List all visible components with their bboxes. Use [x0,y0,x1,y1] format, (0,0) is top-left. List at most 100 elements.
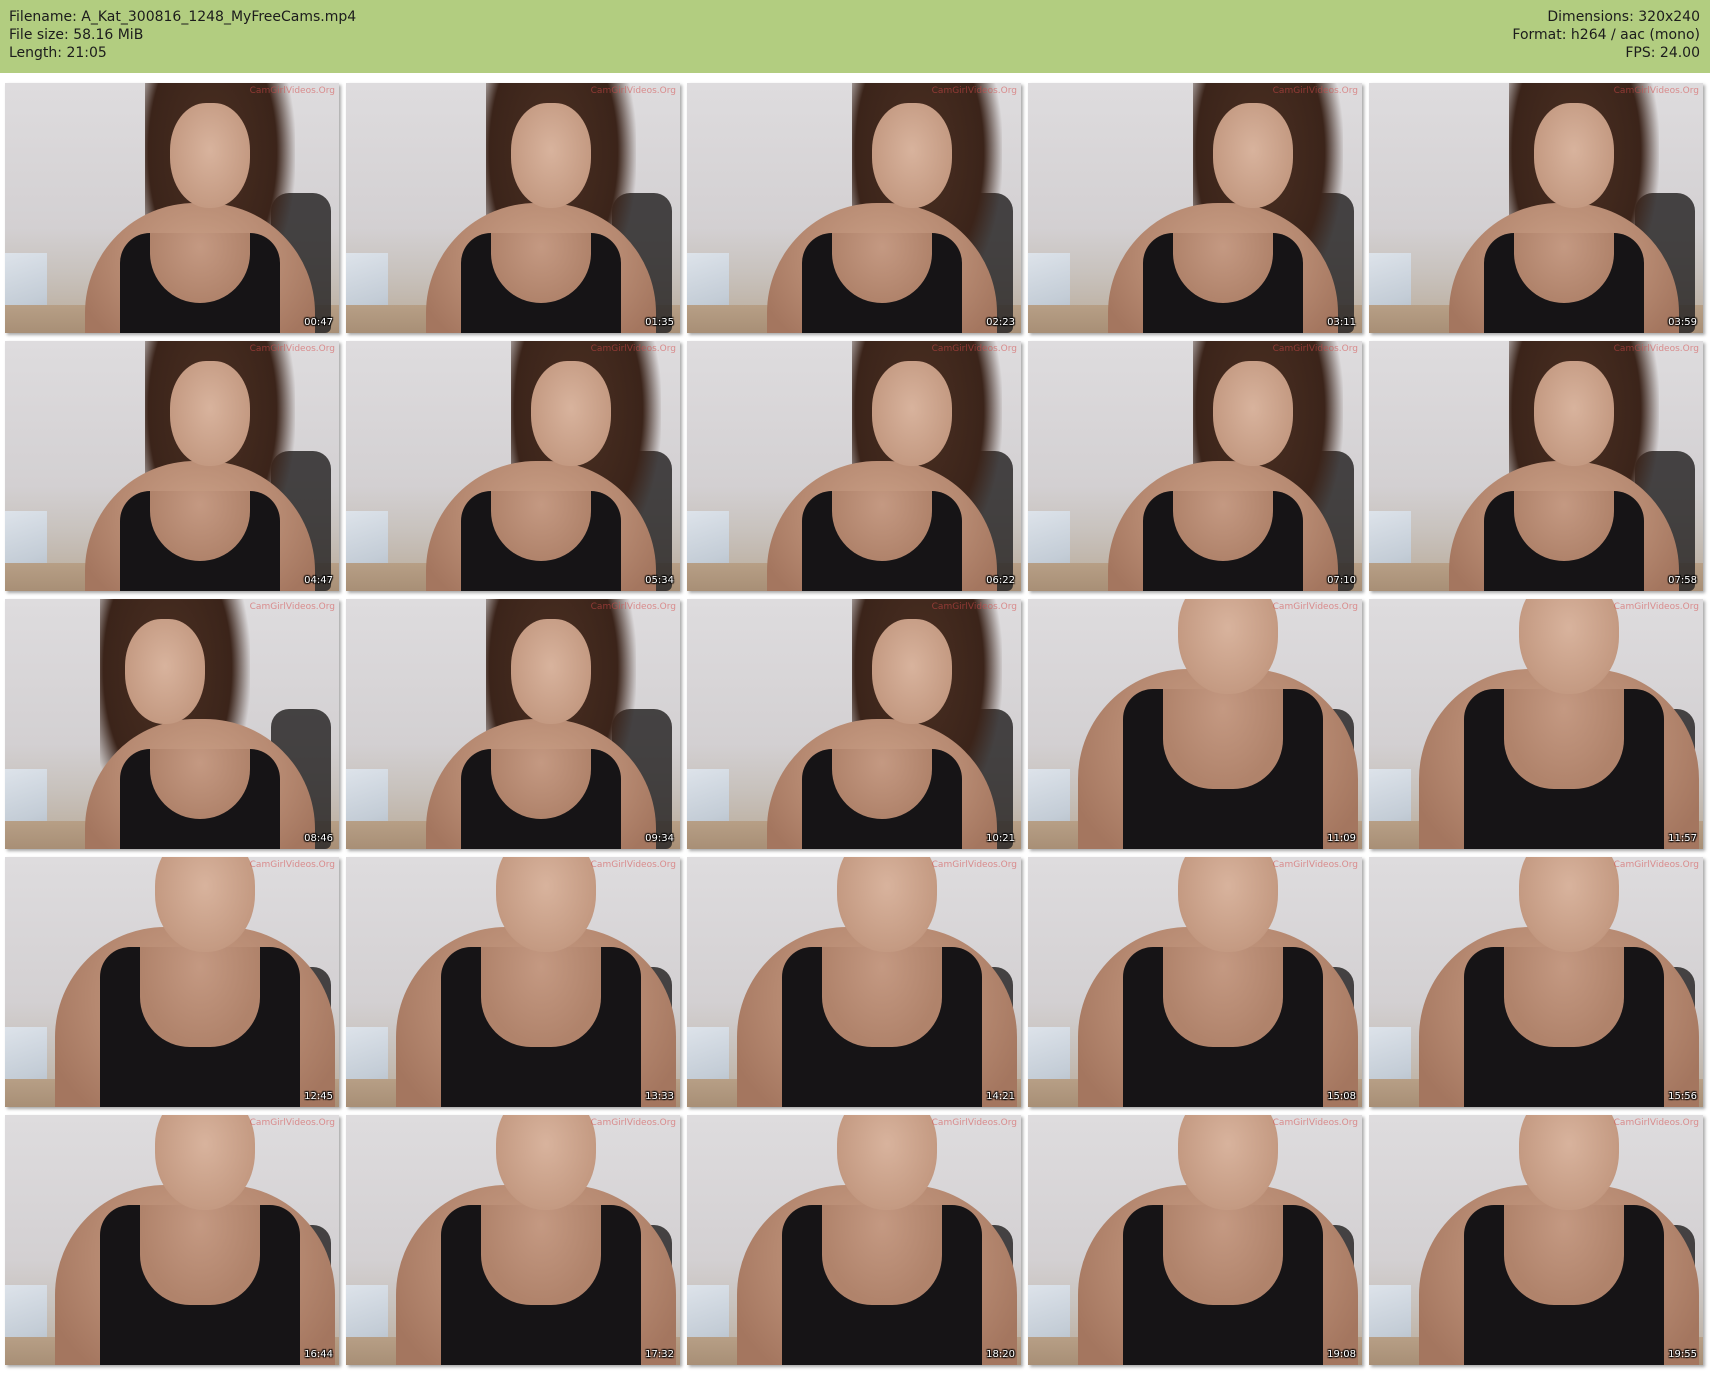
video-frame-thumbnail: CamGirlVideos.Org 16:44 [5,1115,339,1365]
video-frame-thumbnail: CamGirlVideos.Org 06:22 [687,341,1021,591]
watermark-text: CamGirlVideos.Org [590,86,676,96]
frame-timestamp: 10:21 [986,833,1015,844]
file-meta-left: Filename: A_Kat_300816_1248_MyFreeCams.m… [9,8,356,62]
video-frame-thumbnail: CamGirlVideos.Org 15:56 [1369,857,1703,1107]
fps-label: FPS: 24.00 [1625,45,1700,61]
frame-timestamp: 13:33 [645,1091,674,1102]
video-frame-thumbnail: CamGirlVideos.Org 10:21 [687,599,1021,849]
watermark-text: CamGirlVideos.Org [1272,344,1358,354]
frame-timestamp: 03:11 [1327,317,1356,328]
frame-timestamp: 12:45 [304,1091,333,1102]
video-frame-thumbnail: CamGirlVideos.Org 01:35 [346,83,680,333]
frame-timestamp: 00:47 [304,317,333,328]
frame-face [531,361,611,466]
video-frame-thumbnail: CamGirlVideos.Org 07:58 [1369,341,1703,591]
video-frame-thumbnail: CamGirlVideos.Org 03:11 [1028,83,1362,333]
frame-face [170,361,250,466]
frame-neckline [1504,947,1624,1047]
watermark-text: CamGirlVideos.Org [931,86,1017,96]
video-frame-thumbnail: CamGirlVideos.Org 19:55 [1369,1115,1703,1365]
frame-timestamp: 03:59 [1668,317,1697,328]
video-frame-thumbnail: CamGirlVideos.Org 04:47 [5,341,339,591]
frame-timestamp: 07:58 [1668,575,1697,586]
frame-neckline [481,947,601,1047]
video-frame-thumbnail: CamGirlVideos.Org 19:08 [1028,1115,1362,1365]
video-frame-thumbnail: CamGirlVideos.Org 05:34 [346,341,680,591]
frame-face [125,619,205,724]
frame-neckline [1504,689,1624,789]
watermark-text: CamGirlVideos.Org [1272,1118,1358,1128]
watermark-text: CamGirlVideos.Org [1613,1118,1699,1128]
watermark-text: CamGirlVideos.Org [249,1118,335,1128]
frame-neckline [1163,1205,1283,1305]
frame-face [872,361,952,466]
watermark-text: CamGirlVideos.Org [249,860,335,870]
video-frame-thumbnail: CamGirlVideos.Org 14:21 [687,857,1021,1107]
file-meta-right: Dimensions: 320x240 Format: h264 / aac (… [1512,8,1700,62]
watermark-text: CamGirlVideos.Org [590,344,676,354]
frame-neckline [822,947,942,1047]
frame-timestamp: 17:32 [645,1349,674,1360]
video-frame-thumbnail: CamGirlVideos.Org 00:47 [5,83,339,333]
video-frame-thumbnail: CamGirlVideos.Org 17:32 [346,1115,680,1365]
frame-face [1534,361,1614,466]
watermark-text: CamGirlVideos.Org [590,602,676,612]
frame-face [1213,361,1293,466]
watermark-text: CamGirlVideos.Org [931,602,1017,612]
watermark-text: CamGirlVideos.Org [931,1118,1017,1128]
watermark-text: CamGirlVideos.Org [1613,860,1699,870]
video-frame-thumbnail: CamGirlVideos.Org 08:46 [5,599,339,849]
video-frame-thumbnail: CamGirlVideos.Org 13:33 [346,857,680,1107]
frame-face [1213,103,1293,208]
frame-neckline [140,1205,260,1305]
frame-timestamp: 18:20 [986,1349,1015,1360]
length-label: Length: 21:05 [9,45,107,61]
watermark-text: CamGirlVideos.Org [249,86,335,96]
frame-timestamp: 16:44 [304,1349,333,1360]
thumbnail-grid: CamGirlVideos.Org 00:47 CamGirlVideos.Org 0… [5,83,1703,1365]
frame-timestamp: 02:23 [986,317,1015,328]
frame-neckline [1163,689,1283,789]
frame-timestamp: 15:56 [1668,1091,1697,1102]
frame-face [872,103,952,208]
watermark-text: CamGirlVideos.Org [1613,86,1699,96]
video-frame-thumbnail: CamGirlVideos.Org 07:10 [1028,341,1362,591]
watermark-text: CamGirlVideos.Org [249,344,335,354]
filesize-label: File size: 58.16 MiB [9,27,144,43]
info-header: Filename: A_Kat_300816_1248_MyFreeCams.m… [0,0,1710,73]
frame-neckline [140,947,260,1047]
frame-face [170,103,250,208]
frame-timestamp: 11:57 [1668,833,1697,844]
watermark-text: CamGirlVideos.Org [931,344,1017,354]
video-frame-thumbnail: CamGirlVideos.Org 12:45 [5,857,339,1107]
frame-timestamp: 06:22 [986,575,1015,586]
format-label: Format: h264 / aac (mono) [1512,27,1700,43]
frame-face [1534,103,1614,208]
video-frame-thumbnail: CamGirlVideos.Org 02:23 [687,83,1021,333]
watermark-text: CamGirlVideos.Org [1272,86,1358,96]
frame-timestamp: 08:46 [304,833,333,844]
frame-timestamp: 04:47 [304,575,333,586]
watermark-text: CamGirlVideos.Org [590,1118,676,1128]
frame-neckline [1504,1205,1624,1305]
frame-neckline [822,1205,942,1305]
watermark-text: CamGirlVideos.Org [590,860,676,870]
frame-timestamp: 14:21 [986,1091,1015,1102]
video-frame-thumbnail: CamGirlVideos.Org 15:08 [1028,857,1362,1107]
frame-timestamp: 11:09 [1327,833,1356,844]
watermark-text: CamGirlVideos.Org [1613,602,1699,612]
watermark-text: CamGirlVideos.Org [1272,860,1358,870]
filename-label: Filename: A_Kat_300816_1248_MyFreeCams.m… [9,9,357,25]
frame-timestamp: 09:34 [645,833,674,844]
frame-face [872,619,952,724]
frame-timestamp: 01:35 [645,317,674,328]
watermark-text: CamGirlVideos.Org [931,860,1017,870]
frame-face [511,103,591,208]
frame-neckline [481,1205,601,1305]
frame-timestamp: 05:34 [645,575,674,586]
frame-timestamp: 15:08 [1327,1091,1356,1102]
frame-timestamp: 19:08 [1327,1349,1356,1360]
video-frame-thumbnail: CamGirlVideos.Org 09:34 [346,599,680,849]
frame-face [511,619,591,724]
dimensions-label: Dimensions: 320x240 [1547,9,1700,25]
